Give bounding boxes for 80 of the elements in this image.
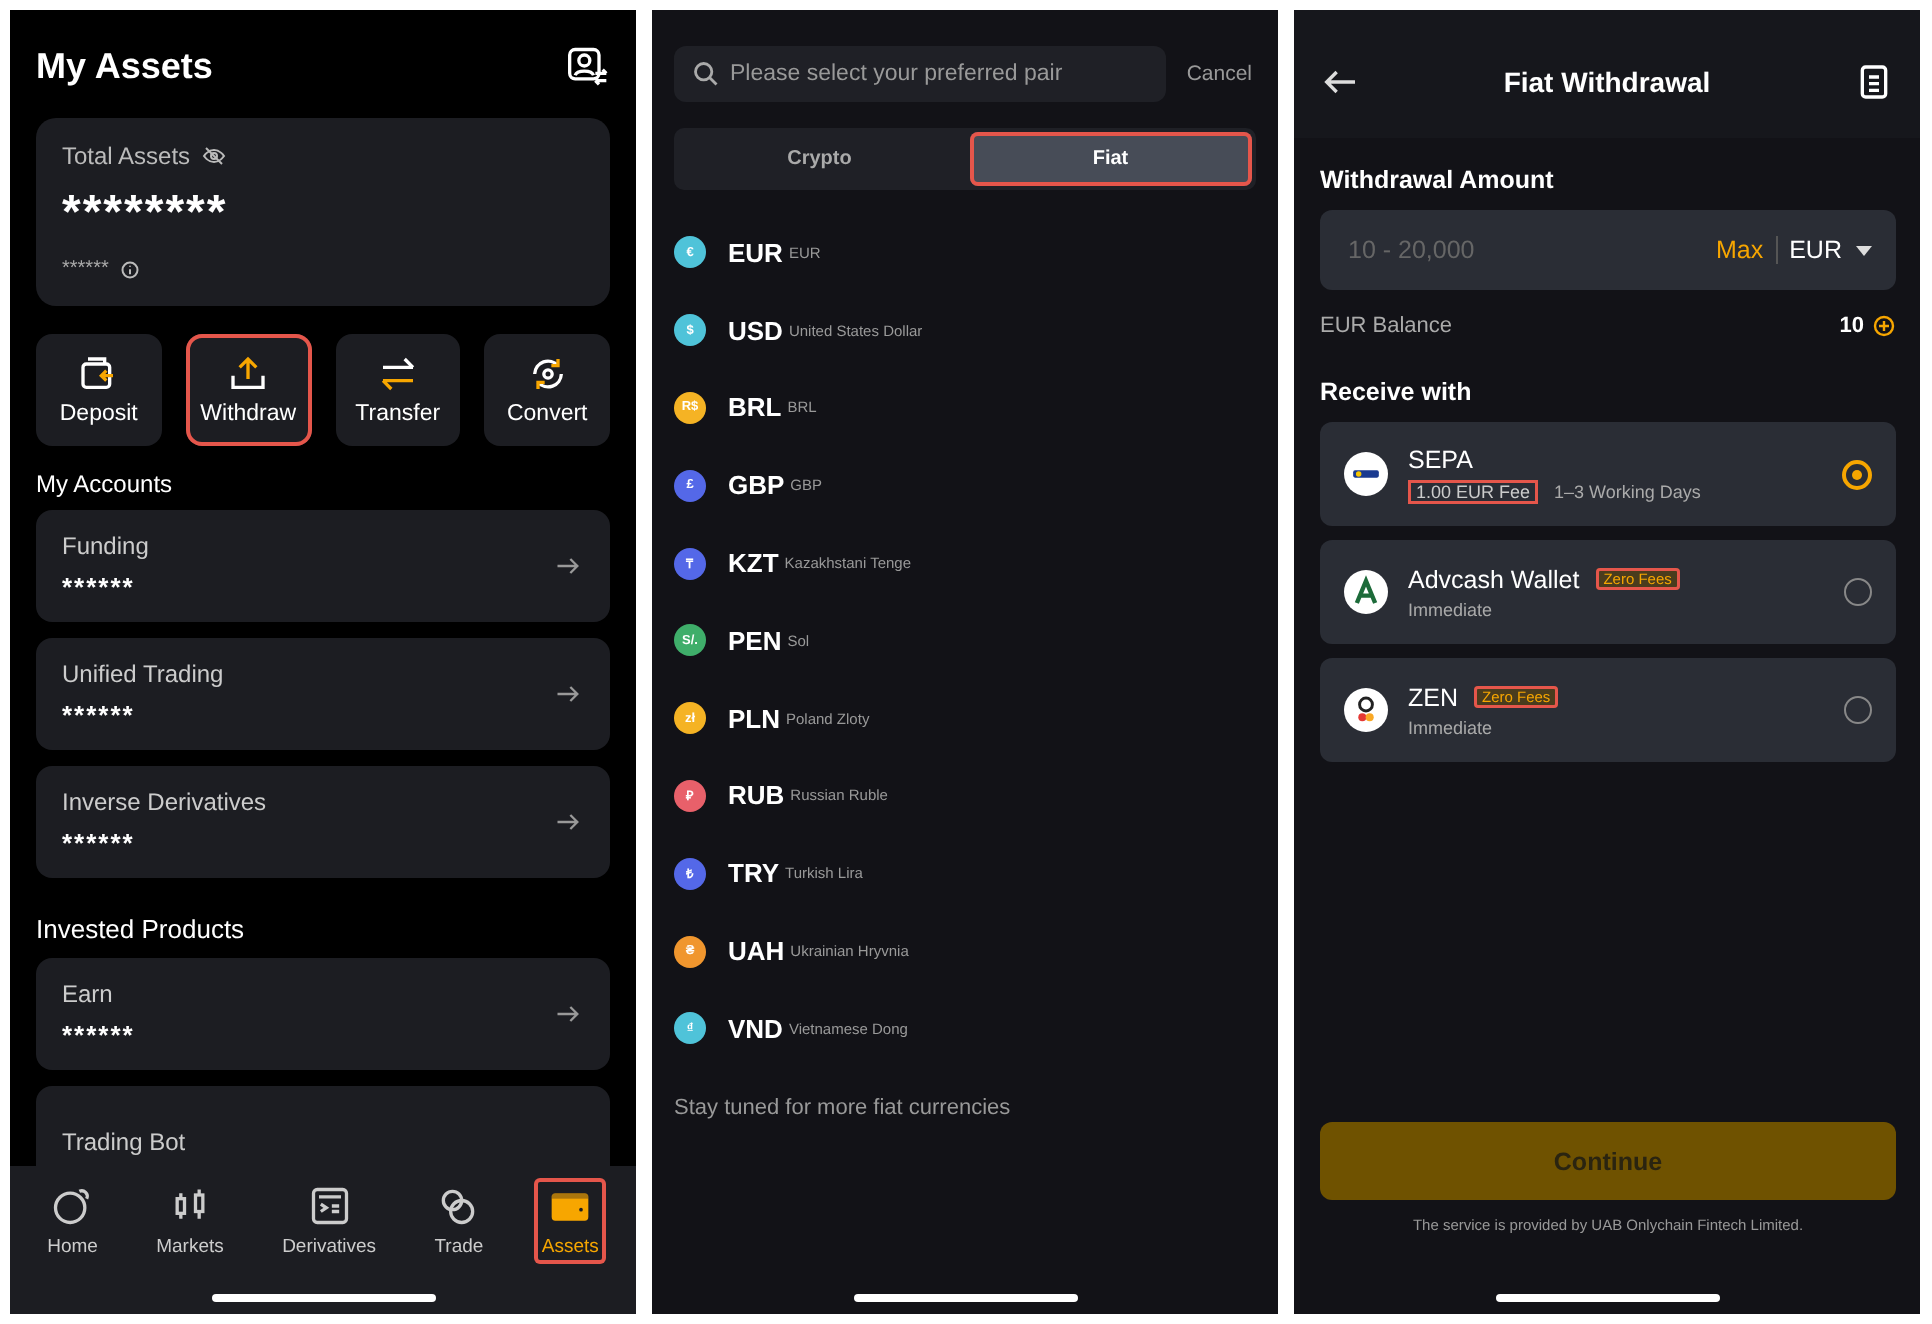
caret-icon [1854, 240, 1874, 260]
account-balance: ****** [62, 699, 137, 729]
currency-code: TRY [728, 858, 780, 889]
action-button[interactable]: Withdraw [185, 334, 311, 446]
method-name: ZEN [1408, 683, 1458, 711]
upload-icon [228, 354, 269, 394]
bank-logo-icon [1344, 452, 1388, 496]
product-card[interactable]: Trading Bot [36, 1086, 610, 1166]
account-name: Inverse Derivatives [62, 787, 267, 815]
processing-time: Immediate [1408, 717, 1493, 737]
tab[interactable]: Crypto [678, 132, 961, 186]
search-field[interactable]: Please select your preferred pair [674, 46, 1167, 102]
cancel-link[interactable]: Cancel [1182, 62, 1256, 86]
info-note: Stay tuned for more fiat currencies [674, 1095, 1013, 1120]
wallet-arrow-icon [78, 354, 119, 394]
total-assets-value: ******** [62, 186, 230, 242]
currency-code: USD [728, 315, 783, 346]
radio-button[interactable] [1844, 578, 1872, 606]
search-icon [692, 60, 720, 88]
sub-value: ****** [62, 258, 109, 280]
currency-code: GBP [728, 470, 785, 501]
convert-icon [527, 354, 568, 394]
action-button[interactable]: Deposit [36, 334, 162, 446]
radio-button[interactable] [1842, 459, 1872, 489]
max-link[interactable]: Max [1715, 236, 1764, 264]
product-balance: ****** [62, 1019, 135, 1049]
currency-code: UAH [728, 936, 785, 967]
currency-code: BRL [728, 392, 782, 423]
section-heading: Withdrawal Amount [1320, 166, 1556, 194]
wallet-logo-icon [1344, 570, 1388, 614]
account-balance: ****** [62, 827, 137, 857]
add-circle-icon[interactable] [1872, 314, 1896, 338]
action-button[interactable]: Convert [484, 334, 610, 446]
zen-logo-icon [1344, 688, 1388, 732]
currency-code: PLN [728, 703, 780, 734]
amount-input[interactable]: 10 - 20,000 [1344, 234, 1704, 266]
nav-tab[interactable]: Home [39, 1178, 106, 1264]
nav-tab[interactable]: Trade [426, 1178, 492, 1264]
account-name: Unified Trading [62, 659, 224, 687]
currency-dropdown[interactable]: EUR [1789, 236, 1842, 264]
balance-value: 10 [1839, 314, 1864, 338]
processing-time: 1–3 Working Days [1554, 481, 1701, 501]
account-balance: ****** [62, 571, 137, 601]
method-name: SEPA [1408, 445, 1473, 473]
amount-field[interactable]: 10 - 20,000 Max EUR [1320, 210, 1896, 290]
account-card[interactable]: Funding ****** [36, 510, 610, 622]
product-name: Earn [62, 979, 115, 1007]
currency-code: VND [728, 1013, 783, 1044]
hidden-eye-icon[interactable] [202, 144, 227, 168]
account-switch-icon[interactable] [566, 44, 610, 88]
payment-method-card[interactable]: SEPA 1.00 EUR Fee 1–3 Working Days [1320, 422, 1896, 526]
total-assets-label: Total Assets [62, 142, 191, 170]
section-heading: My Accounts [36, 470, 175, 498]
info-icon[interactable] [120, 259, 141, 279]
nav-tab[interactable]: Assets [533, 1178, 607, 1264]
product-name: Trading Bot [62, 1128, 186, 1156]
nav-tab[interactable]: Derivatives [274, 1178, 385, 1264]
nav-tab[interactable]: Markets [148, 1178, 232, 1264]
product-card[interactable]: Earn ****** [36, 958, 610, 1070]
currency-code: PEN [728, 625, 782, 656]
method-name: Advcash Wallet [1408, 565, 1580, 593]
account-card[interactable]: Unified Trading ****** [36, 638, 610, 750]
section-heading: Invested Products [36, 914, 247, 944]
action-button[interactable]: Transfer [335, 334, 461, 446]
account-card[interactable]: Inverse Derivatives ****** [36, 766, 610, 878]
currency-code: RUB [728, 780, 785, 811]
screen-title: Fiat Withdrawal [1503, 66, 1711, 98]
coin-circle-icon [50, 1184, 95, 1228]
tab[interactable]: Fiat [969, 132, 1252, 186]
currency-code: EUR [728, 237, 783, 268]
section-heading: Receive with [1320, 378, 1474, 406]
swap-arrows-icon [377, 354, 418, 394]
currency-code: KZT [728, 548, 779, 579]
terminal-icon [307, 1184, 352, 1228]
fee-label: 1.00 EUR Fee [1408, 479, 1539, 503]
processing-time: Immediate [1408, 599, 1493, 619]
balance-label: EUR Balance [1320, 314, 1453, 338]
screen-title: My Assets [36, 45, 213, 87]
account-name: Funding [62, 531, 149, 559]
radio-button[interactable] [1844, 696, 1872, 724]
